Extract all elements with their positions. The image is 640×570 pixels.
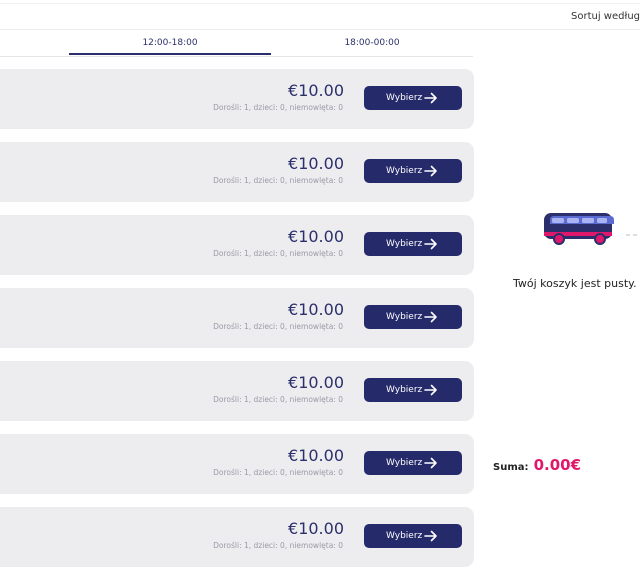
select-button-label: Wybierz: [386, 312, 423, 322]
passenger-summary: Dorośli: 1, dzieci: 0, niemowlęta: 0: [213, 249, 343, 258]
select-button[interactable]: Wybierz: [364, 305, 462, 329]
select-button[interactable]: Wybierz: [364, 86, 462, 110]
arrow-right-icon: [424, 311, 437, 323]
price: €10.00: [288, 300, 344, 319]
select-button-label: Wybierz: [386, 166, 423, 176]
passenger-summary: Dorośli: 1, dzieci: 0, niemowlęta: 0: [213, 322, 343, 331]
sum-value: 0.00€: [533, 456, 582, 474]
result-row: €10.00 Dorośli: 1, dzieci: 0, niemowlęta…: [0, 69, 474, 129]
passenger-summary: Dorośli: 1, dzieci: 0, niemowlęta: 0: [213, 176, 343, 185]
select-button-label: Wybierz: [386, 239, 423, 249]
cart-empty-message: Twój koszyk jest pusty.: [513, 277, 637, 290]
top-bar: Sortuj według: [0, 0, 640, 30]
price: €10.00: [288, 373, 344, 392]
top-divider: [0, 3, 640, 4]
arrow-right-icon: [424, 238, 437, 250]
select-button-label: Wybierz: [386, 93, 423, 103]
arrow-right-icon: [424, 457, 437, 469]
arrow-right-icon: [424, 92, 437, 104]
result-row: €10.00 Dorośli: 1, dzieci: 0, niemowlęta…: [0, 215, 474, 275]
result-row: €10.00 Dorośli: 1, dzieci: 0, niemowlęta…: [0, 361, 474, 421]
arrow-right-icon: [424, 530, 437, 542]
select-button[interactable]: Wybierz: [364, 451, 462, 475]
select-button-label: Wybierz: [386, 458, 423, 468]
select-button[interactable]: Wybierz: [364, 378, 462, 402]
bus-icon: [544, 213, 637, 245]
time-tabs: 12:00-18:00 18:00-00:00: [0, 30, 473, 57]
result-row: €10.00 Dorośli: 1, dzieci: 0, niemowlęta…: [0, 434, 474, 494]
arrow-right-icon: [424, 384, 437, 396]
select-button-label: Wybierz: [386, 385, 423, 395]
cart-sum: Suma: 0.00€: [493, 455, 581, 474]
passenger-summary: Dorośli: 1, dzieci: 0, niemowlęta: 0: [213, 468, 343, 477]
sum-label: Suma:: [493, 462, 529, 473]
price: €10.00: [288, 154, 344, 173]
select-button[interactable]: Wybierz: [364, 524, 462, 548]
arrow-right-icon: [424, 165, 437, 177]
select-button-label: Wybierz: [386, 531, 423, 541]
sort-dropdown[interactable]: Sortuj według: [571, 11, 640, 22]
result-row: €10.00 Dorośli: 1, dzieci: 0, niemowlęta…: [0, 142, 474, 202]
select-button[interactable]: Wybierz: [364, 232, 462, 256]
price: €10.00: [288, 519, 344, 538]
result-row: €10.00 Dorośli: 1, dzieci: 0, niemowlęta…: [0, 288, 474, 348]
passenger-summary: Dorośli: 1, dzieci: 0, niemowlęta: 0: [213, 103, 343, 112]
result-row: €10.00 Dorośli: 1, dzieci: 0, niemowlęta…: [0, 507, 474, 567]
tab-18-00[interactable]: 18:00-00:00: [271, 30, 473, 56]
passenger-summary: Dorośli: 1, dzieci: 0, niemowlęta: 0: [213, 395, 343, 404]
price: €10.00: [288, 81, 344, 100]
passenger-summary: Dorośli: 1, dzieci: 0, niemowlęta: 0: [213, 541, 343, 550]
price: €10.00: [288, 227, 344, 246]
price: €10.00: [288, 446, 344, 465]
page: Sortuj według 12:00-18:00 18:00-00:00 €1…: [0, 0, 640, 570]
active-tab-indicator: [69, 53, 271, 55]
select-button[interactable]: Wybierz: [364, 159, 462, 183]
